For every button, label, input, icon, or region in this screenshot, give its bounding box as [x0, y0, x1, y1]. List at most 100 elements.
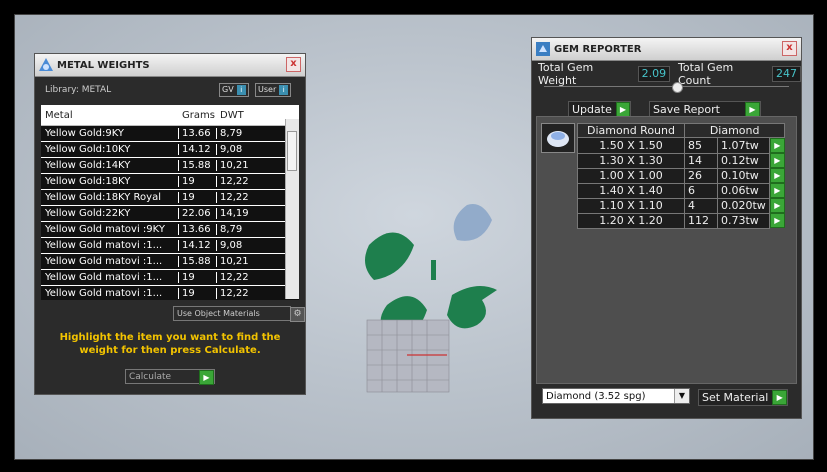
count-cell: 6 [684, 182, 718, 199]
column-header-diamond: Diamond [683, 123, 786, 138]
dwt-cell: 12,22 [220, 288, 249, 299]
grams-cell: 19 [179, 192, 217, 203]
total-gem-weight-value: 2.09 [637, 66, 671, 82]
dwt-cell: 12,22 [220, 176, 249, 187]
column-header-metal[interactable]: Metal [41, 110, 179, 121]
dwt-cell: 12,22 [220, 192, 249, 203]
3d-models-preview[interactable] [347, 185, 517, 405]
weight-cell: 0.10tw [717, 167, 770, 184]
calculate-button[interactable]: Calculate ▶ [125, 369, 215, 385]
play-arrow-icon[interactable]: ▶ [769, 213, 785, 228]
use-object-label: Use Object Materials [177, 309, 260, 318]
metal-cell: Yellow Gold:18KY Royal [41, 192, 179, 203]
table-row[interactable]: 1.50 X 1.50 85 1.07tw ▶ [577, 137, 785, 154]
user-toggle[interactable]: User i [255, 83, 292, 97]
save-report-label: Save Report [653, 102, 720, 116]
set-material-label: Set Material [702, 391, 769, 404]
gear-icon[interactable]: ⚙ [290, 307, 305, 322]
table-row[interactable]: Yellow Gold:10KY 14.12 9,08 [41, 142, 299, 158]
count-cell: 85 [684, 137, 718, 154]
scroll-thumb[interactable] [287, 131, 297, 171]
weight-cell: 1.07tw [717, 137, 770, 154]
weight-cell: 0.020tw [717, 197, 770, 214]
total-gem-count-value: 247 [772, 66, 801, 82]
use-object-materials-field[interactable]: Use Object Materials ⚙ [173, 306, 305, 322]
metal-scrollbar[interactable] [285, 119, 299, 299]
table-row[interactable]: Yellow Gold matovi :1... 19 12,22 [41, 270, 299, 286]
dwt-cell: 8,79 [220, 224, 243, 235]
update-button[interactable]: Update ▶ [568, 100, 631, 118]
gv-toggle[interactable]: GV i [219, 83, 249, 97]
size-cell: 1.30 X 1.30 [577, 152, 685, 169]
play-arrow-icon[interactable]: ▶ [769, 168, 785, 183]
set-material-button[interactable]: Set Material ▶ [698, 389, 789, 406]
slider-knob[interactable] [672, 82, 683, 93]
count-cell: 26 [684, 167, 718, 184]
gem-slider[interactable] [544, 82, 789, 97]
play-arrow-icon[interactable]: ▶ [769, 138, 785, 153]
metal-cell: Yellow Gold:14KY [41, 160, 179, 171]
gem-reporter-titlebar[interactable]: GEM REPORTER x [532, 38, 801, 61]
grams-cell: 14.12 [179, 240, 217, 251]
update-label: Update [572, 102, 612, 116]
gem-table[interactable]: Diamond Round Diamond 1.50 X 1.50 85 1.07tw ▶… [577, 123, 786, 229]
size-cell: 1.00 X 1.00 [577, 167, 685, 184]
table-row[interactable]: Yellow Gold:22KY 22.06 14,19 [41, 206, 299, 222]
grid-plane [366, 319, 450, 393]
diamond-thumbnail[interactable] [541, 123, 575, 153]
metal-cell: Yellow Gold:22KY [41, 208, 179, 219]
dwt-cell: 10,21 [220, 256, 249, 267]
metal-rows: Yellow Gold:9KY 13.66 8,79 Yellow Gold:10KY… [41, 126, 299, 300]
table-row[interactable]: Yellow Gold:18KY 19 12,22 [41, 174, 299, 190]
play-arrow-icon[interactable]: ▶ [199, 370, 214, 385]
dwt-cell: 9,08 [220, 144, 243, 155]
table-row[interactable]: Yellow Gold:18KY Royal 19 12,22 [41, 190, 299, 206]
table-row[interactable]: 1.10 X 1.10 4 0.020tw ▶ [577, 197, 785, 214]
dwt-cell: 9,08 [220, 240, 243, 251]
table-row[interactable]: Yellow Gold matovi :1... 14.12 9,08 [41, 238, 299, 254]
size-cell: 1.40 X 1.40 [577, 182, 685, 199]
metal-weights-icon [35, 54, 57, 76]
play-arrow-icon[interactable]: ▶ [769, 153, 785, 168]
column-header-grams[interactable]: Grams [179, 110, 217, 121]
dwt-cell: 12,22 [220, 272, 249, 283]
metal-weights-panel: METAL WEIGHTS x Library: METAL GV i User i… [34, 53, 306, 395]
chevron-down-icon[interactable]: ▼ [674, 389, 689, 403]
table-row[interactable]: 1.30 X 1.30 14 0.12tw ▶ [577, 152, 785, 169]
row-action-cell: ▶ [769, 183, 785, 198]
table-row[interactable]: Yellow Gold matovi :9KY 13.66 8,79 [41, 222, 299, 238]
close-icon[interactable]: x [782, 41, 797, 56]
metal-cell: Yellow Gold:10KY [41, 144, 179, 155]
metal-weights-titlebar[interactable]: METAL WEIGHTS x [35, 54, 305, 77]
play-arrow-icon[interactable]: ▶ [769, 198, 785, 213]
save-report-button[interactable]: Save Report ▶ [649, 100, 761, 118]
user-label: User [258, 85, 277, 94]
logo-model-wireframe-top [453, 204, 492, 241]
calculate-hint: Highlight the item you want to find the … [59, 332, 281, 356]
material-value: Diamond (3.52 spg) [546, 390, 646, 402]
table-row[interactable]: 1.20 X 1.20 112 0.73tw ▶ [577, 212, 785, 229]
play-arrow-icon[interactable]: ▶ [769, 183, 785, 198]
row-action-cell: ▶ [769, 168, 785, 183]
table-row[interactable]: Yellow Gold matovi :1... 15.88 10,21 [41, 254, 299, 270]
table-row[interactable]: 1.40 X 1.40 6 0.06tw ▶ [577, 182, 785, 199]
gem-reporter-icon [532, 38, 554, 60]
metal-table-header: Metal Grams DWT [41, 105, 299, 126]
metal-cell: Yellow Gold:18KY [41, 176, 179, 187]
table-row[interactable]: 1.00 X 1.00 26 0.10tw ▶ [577, 167, 785, 184]
table-row[interactable]: Yellow Gold:9KY 13.66 8,79 [41, 126, 299, 142]
table-row[interactable]: Yellow Gold matovi :1... 19 12,22 [41, 286, 299, 300]
count-cell: 4 [684, 197, 718, 214]
table-row[interactable]: Yellow Gold:14KY 15.88 10,21 [41, 158, 299, 174]
total-gem-count-label: Total Gem Count [677, 61, 734, 87]
metal-table[interactable]: Metal Grams DWT Yellow Gold:9KY 13.66 8,79… [41, 105, 299, 300]
column-header-dwt[interactable]: DWT [217, 110, 277, 121]
gem-reporter-title: GEM REPORTER [554, 43, 642, 55]
column-header-diamond-round: Diamond Round [577, 123, 685, 138]
material-select[interactable]: Diamond (3.52 spg) ▼ [542, 388, 690, 404]
weight-cell: 0.06tw [717, 182, 770, 199]
metal-cell: Yellow Gold matovi :1... [41, 272, 179, 283]
close-icon[interactable]: x [286, 57, 301, 72]
count-cell: 14 [684, 152, 718, 169]
calculate-label: Calculate [129, 371, 172, 382]
